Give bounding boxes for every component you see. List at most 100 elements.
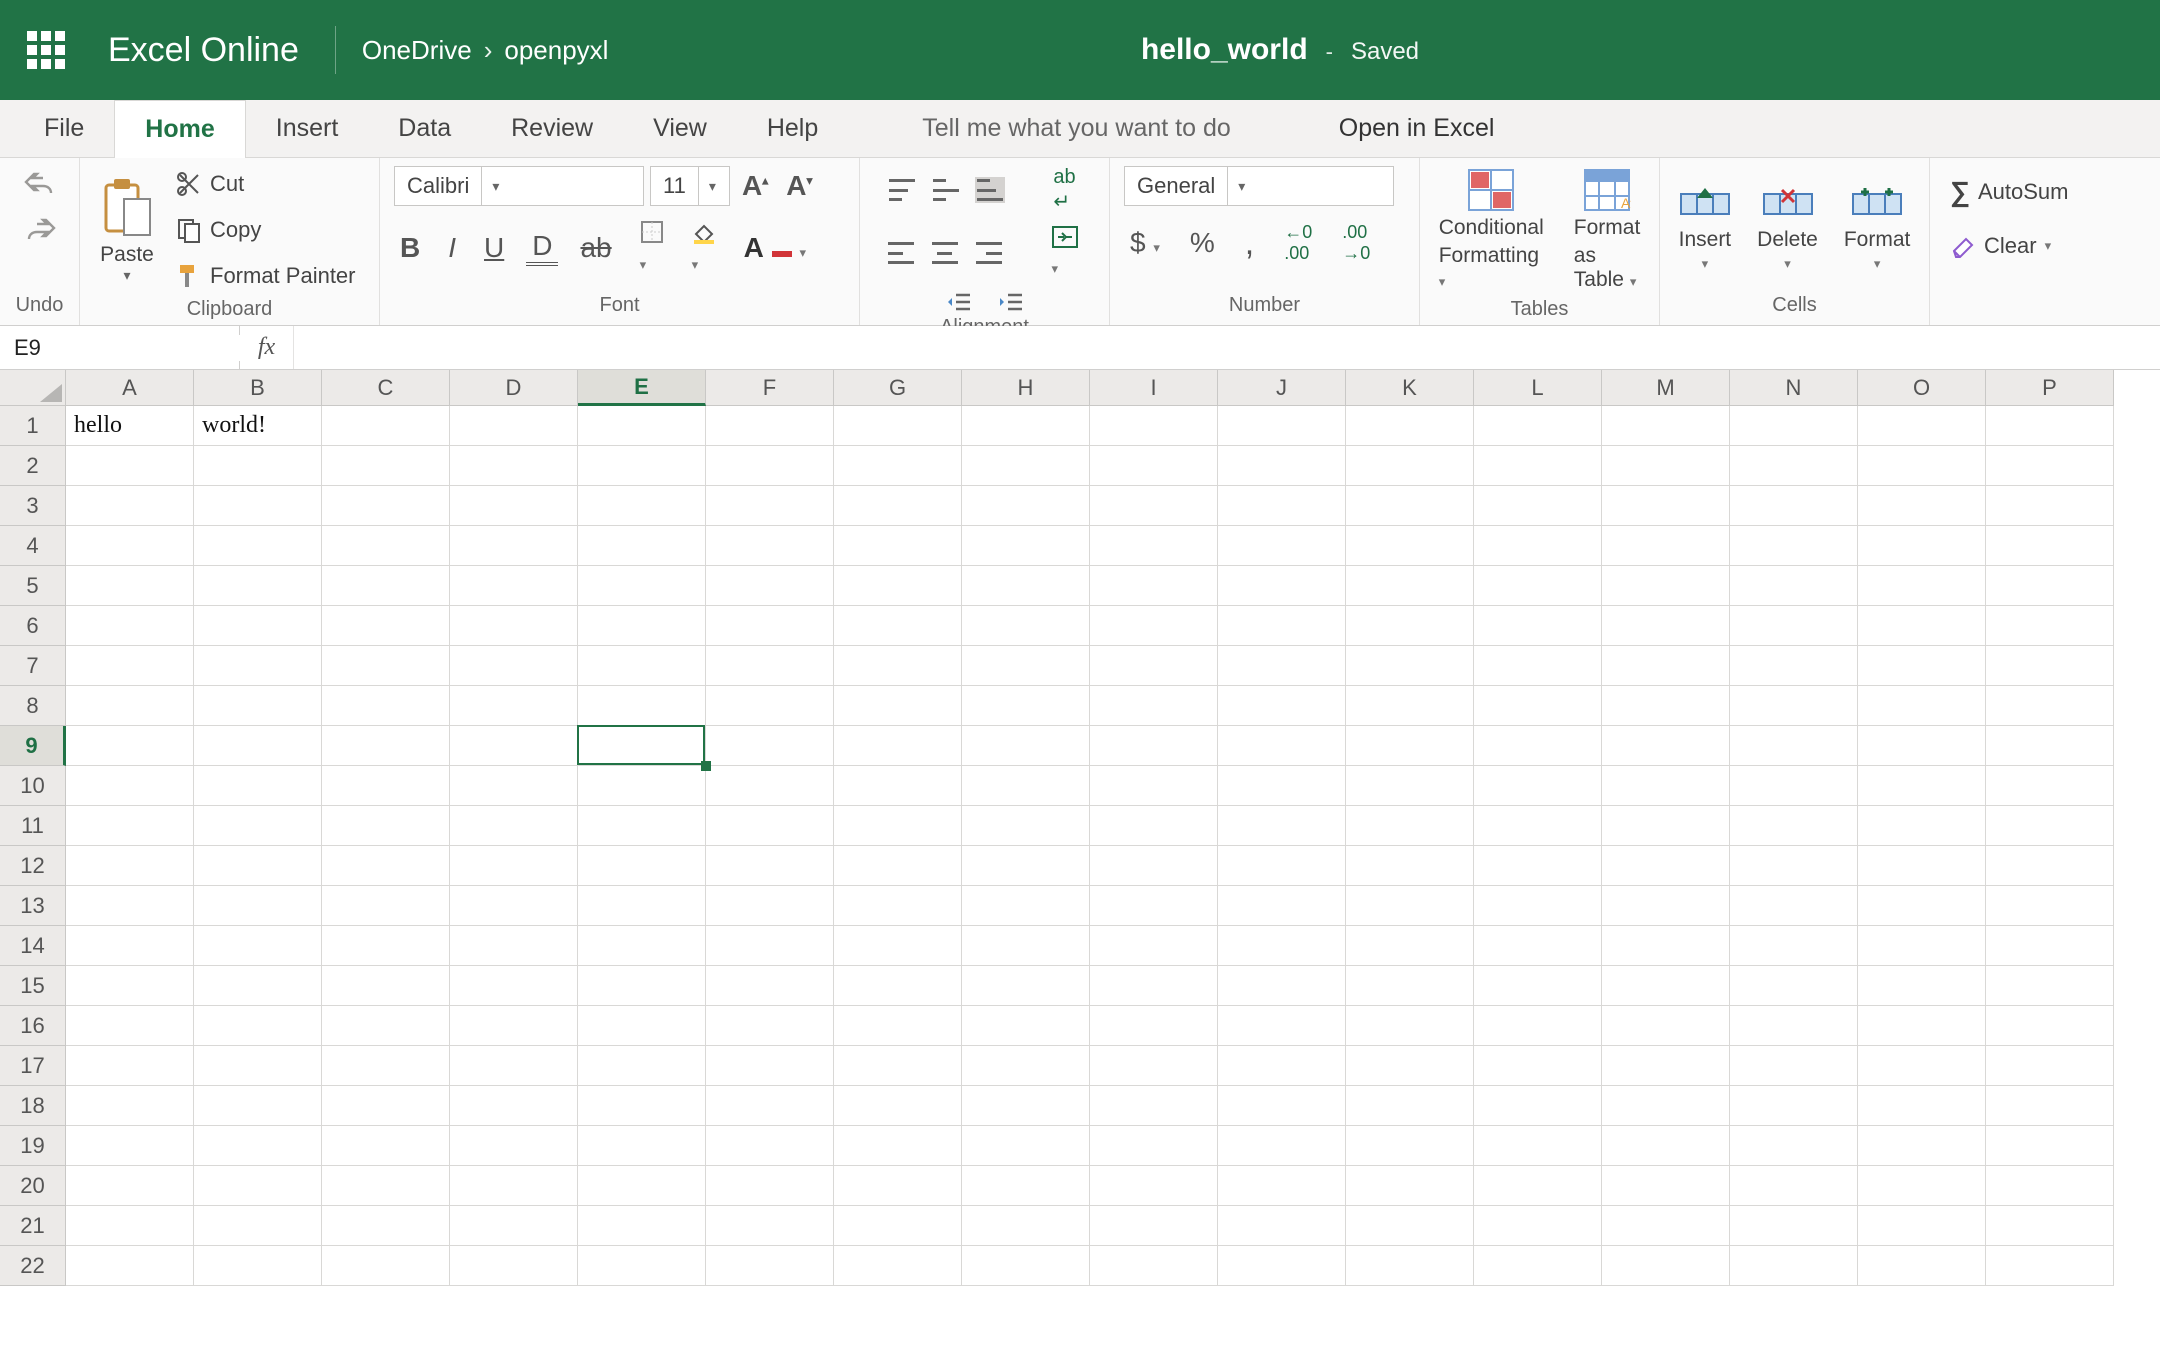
cell[interactable] xyxy=(1346,1086,1474,1126)
cell[interactable] xyxy=(1090,1006,1218,1046)
cell[interactable] xyxy=(1986,1246,2114,1286)
cell[interactable] xyxy=(1090,606,1218,646)
insert-cells-button[interactable]: Insert▾ xyxy=(1673,182,1738,274)
cell[interactable] xyxy=(450,646,578,686)
cell[interactable] xyxy=(1986,1166,2114,1206)
cell[interactable] xyxy=(706,1086,834,1126)
cell[interactable] xyxy=(194,926,322,966)
cell[interactable] xyxy=(450,1046,578,1086)
cell[interactable] xyxy=(322,766,450,806)
cell[interactable] xyxy=(1858,486,1986,526)
cell[interactable] xyxy=(194,526,322,566)
increase-decimal-button[interactable]: ←0.00 xyxy=(1278,222,1318,264)
undo-button[interactable] xyxy=(23,172,57,200)
underline-button[interactable]: U xyxy=(478,232,510,264)
cell[interactable] xyxy=(962,1246,1090,1286)
cell[interactable] xyxy=(834,686,962,726)
cell[interactable] xyxy=(578,1086,706,1126)
cell[interactable] xyxy=(578,526,706,566)
cell[interactable] xyxy=(322,566,450,606)
cell[interactable] xyxy=(450,806,578,846)
cell[interactable] xyxy=(1346,1166,1474,1206)
cell[interactable] xyxy=(450,846,578,886)
cell[interactable] xyxy=(1730,1166,1858,1206)
cell[interactable] xyxy=(66,966,194,1006)
cell[interactable] xyxy=(322,406,450,446)
cell[interactable] xyxy=(1730,526,1858,566)
cell[interactable] xyxy=(834,766,962,806)
cell[interactable] xyxy=(834,526,962,566)
cell[interactable] xyxy=(578,646,706,686)
breadcrumb[interactable]: OneDrive › openpyxl xyxy=(362,35,609,66)
cell[interactable] xyxy=(322,1006,450,1046)
cell[interactable] xyxy=(66,886,194,926)
column-header[interactable]: P xyxy=(1986,370,2114,406)
row-header[interactable]: 2 xyxy=(0,446,66,486)
cell[interactable] xyxy=(194,766,322,806)
cell[interactable] xyxy=(1218,1046,1346,1086)
cell[interactable] xyxy=(706,1246,834,1286)
cell[interactable] xyxy=(1218,1246,1346,1286)
borders-button[interactable]: ▾ xyxy=(634,220,670,276)
cell[interactable] xyxy=(322,526,450,566)
column-header[interactable]: D xyxy=(450,370,578,406)
font-color-button[interactable]: A ▾ xyxy=(738,232,812,264)
cell[interactable] xyxy=(706,966,834,1006)
row-header[interactable]: 10 xyxy=(0,766,66,806)
cell[interactable] xyxy=(450,1126,578,1166)
cell[interactable] xyxy=(322,1206,450,1246)
cell[interactable] xyxy=(578,806,706,846)
cell[interactable] xyxy=(1218,806,1346,846)
cell[interactable] xyxy=(834,446,962,486)
cell[interactable] xyxy=(1602,966,1730,1006)
column-header[interactable]: I xyxy=(1090,370,1218,406)
cell[interactable] xyxy=(1346,406,1474,446)
cell[interactable] xyxy=(66,1126,194,1166)
cell[interactable] xyxy=(66,806,194,846)
column-header[interactable]: H xyxy=(962,370,1090,406)
cell[interactable] xyxy=(322,486,450,526)
cell[interactable] xyxy=(1858,886,1986,926)
row-header[interactable]: 12 xyxy=(0,846,66,886)
cell[interactable] xyxy=(578,446,706,486)
cell[interactable] xyxy=(962,726,1090,766)
cell[interactable] xyxy=(1218,446,1346,486)
cell[interactable] xyxy=(1986,846,2114,886)
cell[interactable] xyxy=(322,726,450,766)
cell[interactable] xyxy=(1218,486,1346,526)
cell[interactable]: world! xyxy=(194,406,322,446)
cell[interactable] xyxy=(322,1166,450,1206)
cell[interactable] xyxy=(1858,606,1986,646)
cell[interactable] xyxy=(1986,566,2114,606)
cell[interactable] xyxy=(1218,1166,1346,1206)
cell[interactable] xyxy=(578,606,706,646)
cell[interactable] xyxy=(1986,1126,2114,1166)
currency-button[interactable]: $ ▾ xyxy=(1124,227,1166,259)
cell[interactable] xyxy=(578,1006,706,1046)
cell[interactable] xyxy=(66,486,194,526)
cell[interactable] xyxy=(450,606,578,646)
cell[interactable] xyxy=(1858,686,1986,726)
cell[interactable] xyxy=(1090,486,1218,526)
cell[interactable] xyxy=(578,846,706,886)
cell[interactable] xyxy=(194,846,322,886)
cell[interactable]: hello xyxy=(66,406,194,446)
column-header[interactable]: A xyxy=(66,370,194,406)
breadcrumb-item[interactable]: OneDrive xyxy=(362,35,472,66)
cell[interactable] xyxy=(578,406,706,446)
column-header[interactable]: L xyxy=(1474,370,1602,406)
cell[interactable] xyxy=(706,846,834,886)
cell[interactable] xyxy=(1218,926,1346,966)
cell[interactable] xyxy=(1730,606,1858,646)
cell[interactable] xyxy=(1602,446,1730,486)
cell[interactable] xyxy=(450,886,578,926)
cell[interactable] xyxy=(194,1006,322,1046)
cell[interactable] xyxy=(1858,966,1986,1006)
cell[interactable] xyxy=(194,1046,322,1086)
cell[interactable] xyxy=(450,686,578,726)
cell[interactable] xyxy=(834,566,962,606)
cell[interactable] xyxy=(66,1246,194,1286)
cell[interactable] xyxy=(1602,1166,1730,1206)
cell[interactable] xyxy=(194,1126,322,1166)
cell[interactable] xyxy=(1602,1006,1730,1046)
